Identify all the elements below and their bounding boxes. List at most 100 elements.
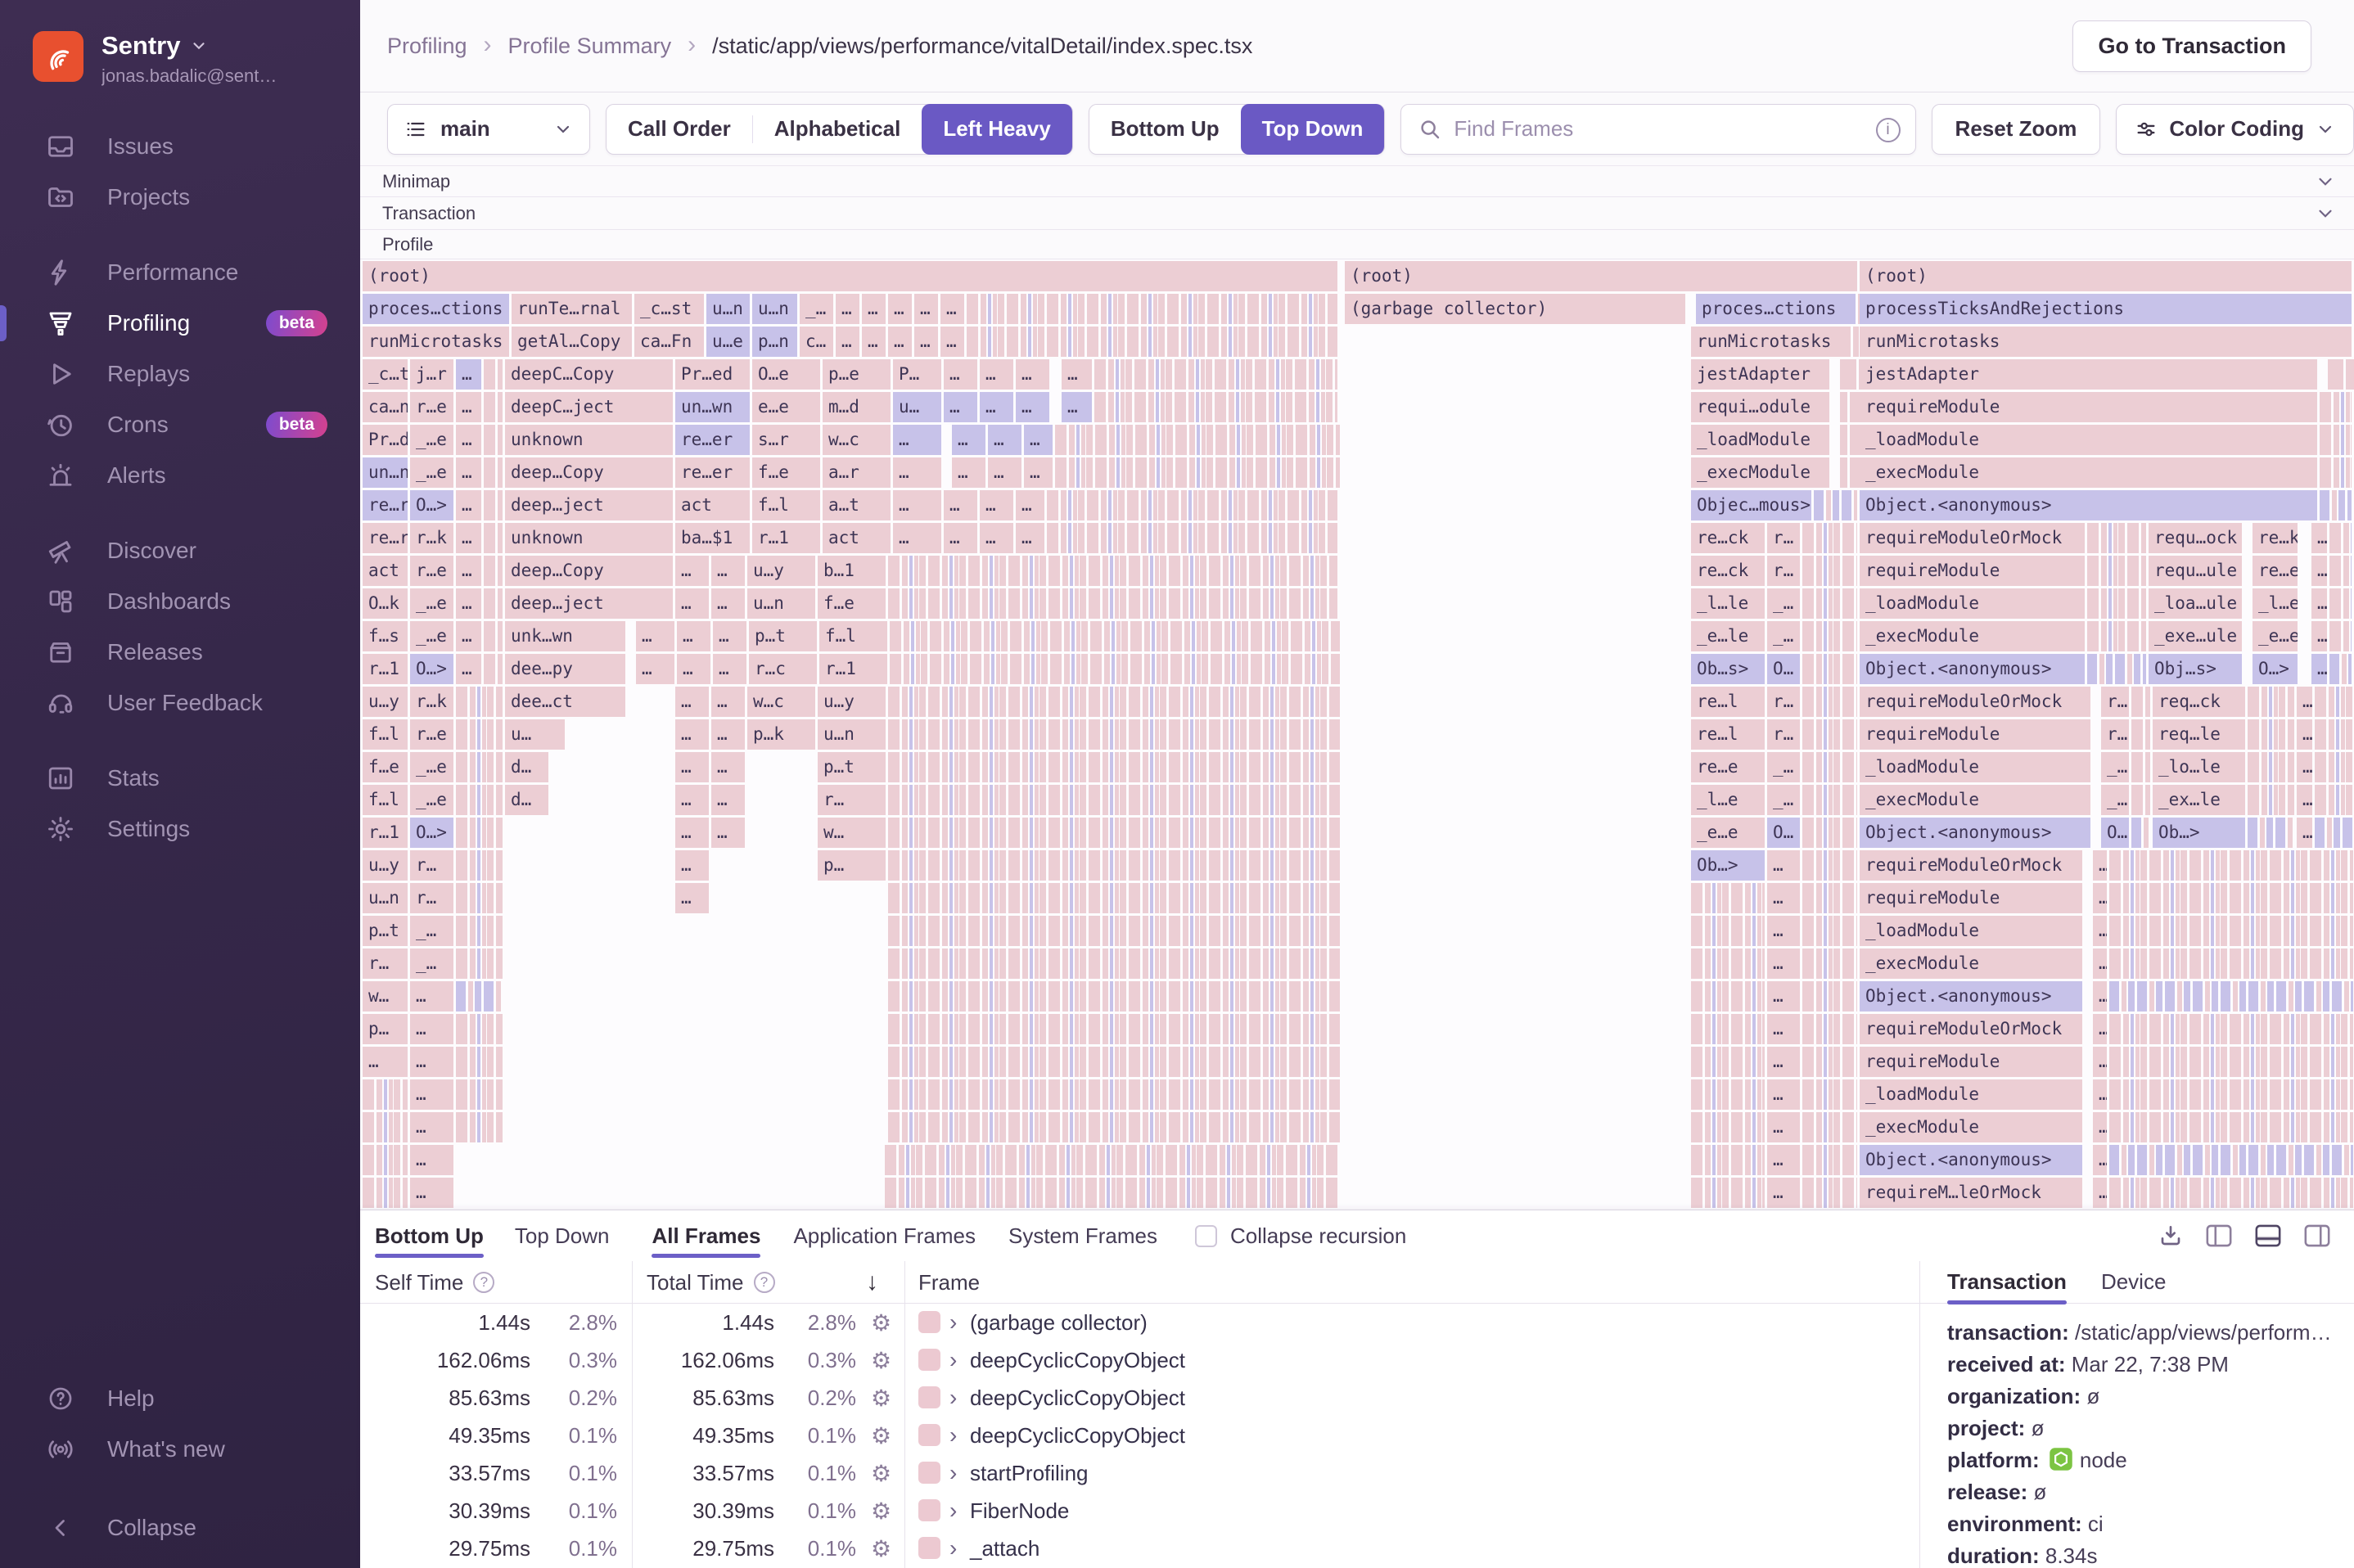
flame-frame[interactable]: … bbox=[2093, 1112, 2109, 1142]
flame-frame[interactable]: … bbox=[2311, 621, 2329, 651]
flame-frame[interactable]: r… bbox=[1767, 556, 1802, 586]
flame-frame[interactable]: un…wn bbox=[675, 392, 752, 422]
flame-frame[interactable]: u… bbox=[893, 392, 944, 422]
flame-frame[interactable]: O…> bbox=[410, 490, 456, 520]
gear-icon[interactable]: ⚙ bbox=[871, 1341, 891, 1379]
flame-frame[interactable]: f…e bbox=[363, 752, 410, 782]
flame-frame[interactable]: … bbox=[711, 785, 747, 815]
flame-frame[interactable]: requireModuleOrMock bbox=[1860, 1014, 2085, 1044]
flame-frame[interactable]: jestAdapter bbox=[1860, 359, 2320, 390]
flame-frame[interactable]: … bbox=[1767, 850, 1802, 881]
flame-frame[interactable]: (garbage collector) bbox=[1345, 294, 1688, 324]
reset-zoom-button[interactable]: Reset Zoom bbox=[1931, 103, 2101, 155]
flame-frame[interactable]: … bbox=[893, 523, 944, 553]
flame-frame[interactable]: f…l bbox=[363, 719, 410, 750]
flame-frame[interactable]: p…t bbox=[749, 621, 819, 651]
flame-frame[interactable]: … bbox=[456, 588, 484, 619]
flame-frame[interactable]: … bbox=[713, 654, 749, 684]
flame-frame[interactable]: … bbox=[410, 1047, 456, 1077]
flame-frame[interactable]: … bbox=[893, 425, 944, 455]
sidebar-item-projects[interactable]: Projects bbox=[0, 172, 360, 223]
flame-frame[interactable]: _…e bbox=[410, 588, 456, 619]
flame-frame[interactable]: … bbox=[1016, 392, 1052, 422]
flame-frame[interactable]: … bbox=[914, 294, 940, 324]
flame-frame[interactable] bbox=[1840, 457, 1850, 488]
flame-frame[interactable]: _loadModule bbox=[1691, 425, 1832, 455]
flame-frame[interactable]: _c…t bbox=[363, 359, 410, 390]
flame-frame[interactable]: b…1 bbox=[818, 556, 888, 586]
flame-frame[interactable]: r… bbox=[2101, 687, 2131, 717]
flame-frame[interactable]: (root) bbox=[1860, 261, 2354, 291]
flame-frame[interactable]: _…e bbox=[410, 785, 456, 815]
flame-frame[interactable]: … bbox=[2093, 916, 2109, 946]
sidebar-item-replays[interactable]: Replays bbox=[0, 349, 360, 399]
flame-frame[interactable]: re…ck bbox=[1691, 556, 1767, 586]
flame-frame[interactable]: requ…ule bbox=[2149, 556, 2244, 586]
flame-frame[interactable]: … bbox=[410, 1079, 456, 1110]
flame-frame[interactable]: … bbox=[2093, 1014, 2109, 1044]
sidebar-item-crons[interactable]: Crons beta bbox=[0, 399, 360, 450]
table-row[interactable]: 162.06ms 0.3% 162.06ms 0.3% ⚙ › deepCyclicCopy… bbox=[360, 1341, 1919, 1379]
flame-frame[interactable]: _… bbox=[1767, 752, 1802, 782]
flame-frame[interactable]: requireModuleOrMock bbox=[1860, 687, 2093, 717]
flame-frame[interactable]: … bbox=[713, 621, 749, 651]
flame-frame[interactable]: _… bbox=[800, 294, 836, 324]
sidebar-item-what-s-new[interactable]: What's new bbox=[0, 1424, 360, 1475]
go-to-transaction-button[interactable]: Go to Transaction bbox=[2072, 20, 2311, 72]
sidebar-item-releases[interactable]: Releases bbox=[0, 627, 360, 678]
tab-all-frames[interactable]: All Frames bbox=[652, 1210, 760, 1261]
flame-frame[interactable]: r…e bbox=[410, 556, 456, 586]
flame-frame[interactable]: … bbox=[363, 1047, 410, 1077]
flame-frame[interactable]: req…le bbox=[2153, 719, 2248, 750]
dock-left-icon[interactable] bbox=[2205, 1223, 2233, 1248]
flame-frame[interactable]: runMicrotasks bbox=[1860, 327, 2354, 357]
flame-frame[interactable]: r…e bbox=[410, 719, 456, 750]
flame-frame[interactable]: … bbox=[1016, 523, 1047, 553]
flame-frame[interactable]: w…c bbox=[747, 687, 818, 717]
flame-frame[interactable]: u…n bbox=[706, 294, 752, 324]
flame-frame[interactable]: runTe…rnal bbox=[512, 294, 634, 324]
sidebar-item-help[interactable]: Help bbox=[0, 1373, 360, 1424]
flame-frame[interactable]: _loadModule bbox=[1860, 916, 2085, 946]
sidebar-item-discover[interactable]: Discover bbox=[0, 525, 360, 576]
flame-frame[interactable]: … bbox=[952, 457, 988, 488]
flame-frame[interactable]: … bbox=[410, 1014, 456, 1044]
find-frames-search[interactable]: i bbox=[1400, 103, 1916, 155]
flame-frame[interactable]: ca…Fn bbox=[634, 327, 706, 357]
flame-frame[interactable]: _execModule bbox=[1860, 1112, 2085, 1142]
flame-frame[interactable]: … bbox=[862, 327, 888, 357]
flame-frame[interactable]: f…s bbox=[363, 621, 410, 651]
flame-frame[interactable]: _e…e bbox=[2253, 621, 2300, 651]
sort-option-call-order[interactable]: Call Order bbox=[607, 104, 752, 155]
flame-frame[interactable]: re…er bbox=[675, 425, 752, 455]
flame-frame[interactable]: … bbox=[862, 294, 888, 324]
flame-frame[interactable]: r…e bbox=[410, 392, 456, 422]
flame-frame[interactable]: s…r bbox=[752, 425, 823, 455]
flame-frame[interactable]: r… bbox=[818, 785, 888, 815]
flame-frame[interactable]: _execModule bbox=[1691, 457, 1832, 488]
flame-frame[interactable]: … bbox=[456, 457, 484, 488]
flame-frame[interactable]: … bbox=[944, 359, 980, 390]
flame-frame[interactable]: … bbox=[1767, 1014, 1802, 1044]
flame-frame[interactable]: O… bbox=[1767, 654, 1802, 684]
flame-frame[interactable]: _… bbox=[1767, 588, 1802, 619]
flame-frame[interactable]: … bbox=[711, 818, 747, 848]
flame-frame[interactable]: deep…ject bbox=[505, 588, 675, 619]
flame-frame[interactable]: … bbox=[677, 621, 713, 651]
flame-frame[interactable]: requireModule bbox=[1860, 392, 2320, 422]
flame-frame[interactable]: … bbox=[410, 1178, 456, 1208]
color-coding-button[interactable]: Color Coding bbox=[2116, 103, 2354, 155]
flame-frame[interactable]: … bbox=[940, 327, 967, 357]
flame-frame[interactable]: _loadModule bbox=[1860, 1079, 2085, 1110]
flamegraph[interactable]: (root) proces…ctions runTe…rnal _c…st u…n u…n… bbox=[360, 259, 2354, 1209]
flame-frame[interactable]: _execModule bbox=[1860, 621, 2087, 651]
flame-frame[interactable]: Pr…d bbox=[363, 425, 410, 455]
flame-frame[interactable]: … bbox=[2093, 981, 2109, 1012]
flame-frame[interactable]: r… bbox=[2101, 719, 2131, 750]
flame-frame[interactable]: r… bbox=[363, 948, 410, 979]
flame-frame[interactable]: … bbox=[675, 556, 711, 586]
sidebar-item-stats[interactable]: Stats bbox=[0, 753, 360, 804]
flame-frame[interactable]: _exe…ule bbox=[2149, 621, 2244, 651]
flame-frame[interactable]: r…c bbox=[749, 654, 819, 684]
sort-option-left-heavy[interactable]: Left Heavy bbox=[922, 103, 1072, 155]
